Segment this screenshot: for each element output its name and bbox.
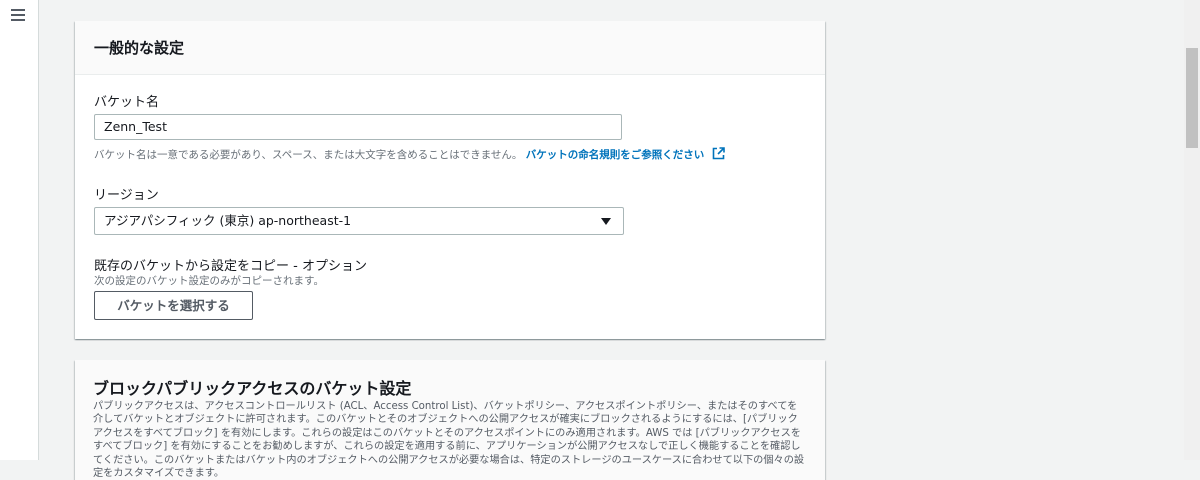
caret-down-icon bbox=[601, 218, 611, 225]
naming-rules-link[interactable]: バケットの命名規則をご参照ください bbox=[525, 147, 725, 161]
bucket-name-input[interactable]: Zenn_Test bbox=[94, 114, 622, 140]
general-settings-header: 一般的な設定 bbox=[75, 21, 825, 75]
general-settings-title: 一般的な設定 bbox=[94, 39, 185, 57]
bucket-name-label: バケット名 bbox=[94, 95, 160, 110]
hamburger-menu-icon[interactable] bbox=[11, 9, 25, 23]
vertical-scrollbar[interactable] bbox=[1184, 0, 1200, 460]
block-public-access-description: パブリックアクセスは、アクセスコントロールリスト (ACL、Access Con… bbox=[93, 401, 805, 480]
region-select[interactable]: アジアパシフィック (東京) ap-northeast-1 bbox=[94, 207, 624, 235]
bucket-name-hint: バケット名は一意である必要があり、スペース、または大文字を含めることはできません… bbox=[94, 147, 725, 162]
block-public-access-panel: ブロックパブリックアクセスのバケット設定 パブリックアクセスは、アクセスコントロ… bbox=[75, 360, 825, 480]
naming-rules-link-text: バケットの命名規則をご参照ください bbox=[525, 149, 705, 161]
general-settings-panel: 一般的な設定 バケット名 Zenn_Test バケット名は一意である必要があり、… bbox=[75, 21, 825, 339]
copy-settings-hint: 次の設定のバケット設定のみがコピーされます。 bbox=[94, 275, 324, 287]
block-public-access-title: ブロックパブリックアクセスのバケット設定 bbox=[93, 379, 412, 398]
region-label: リージョン bbox=[94, 188, 159, 203]
scrollbar-thumb[interactable] bbox=[1186, 48, 1198, 148]
side-navigation-rail bbox=[0, 0, 39, 460]
external-link-icon bbox=[712, 147, 725, 160]
copy-settings-label: 既存のバケットから設定をコピー - オプション bbox=[94, 259, 367, 274]
bucket-name-hint-text: バケット名は一意である必要があり、スペース、または大文字を含めることはできません… bbox=[94, 149, 523, 161]
choose-bucket-button[interactable]: バケットを選択する bbox=[94, 291, 253, 320]
region-select-value: アジアパシフィック (東京) ap-northeast-1 bbox=[104, 213, 352, 228]
